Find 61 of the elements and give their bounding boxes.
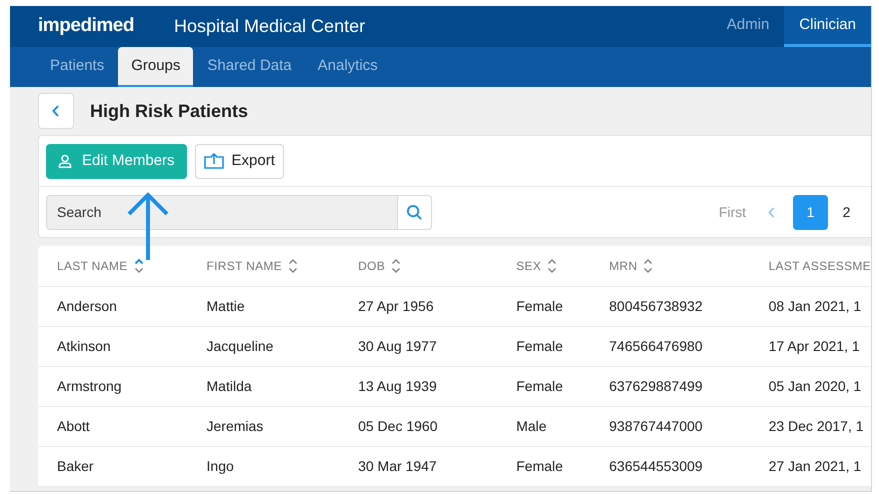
person-icon <box>58 154 72 168</box>
table-cell: 30 Mar 1947 <box>358 458 437 474</box>
column-header[interactable]: SEX <box>516 256 542 275</box>
table-cell: Female <box>516 298 563 314</box>
table-cell: 17 Apr 2021, 1 <box>768 338 860 354</box>
table-cell: Male <box>516 418 547 434</box>
page-button[interactable]: 2 <box>829 194 864 230</box>
column-header[interactable]: LAST NAME <box>57 256 128 275</box>
sort-icon[interactable] <box>288 258 298 274</box>
column-header[interactable]: DOB <box>358 256 385 275</box>
table-cell: 13 Aug 1939 <box>358 378 437 394</box>
table-cell: Jeremias <box>206 418 264 434</box>
column-header[interactable]: LAST ASSESSME <box>768 256 871 275</box>
nav-tab[interactable]: Patients <box>38 47 116 87</box>
back-icon <box>52 105 60 117</box>
sort-icon[interactable] <box>643 258 654 274</box>
table-cell: Armstrong <box>57 378 122 394</box>
export-icon <box>204 153 224 169</box>
table-cell: 800456738932 <box>609 298 703 314</box>
table-cell: 30 Aug 1977 <box>358 338 437 354</box>
edit-members-button[interactable]: Edit Members <box>46 144 187 178</box>
table-cell: Baker <box>57 458 94 474</box>
nav-tab[interactable]: Shared Data <box>195 47 304 87</box>
app-title: Hospital Medical Center <box>174 15 366 38</box>
table-cell: 746566476980 <box>609 338 703 354</box>
table-cell: 27 Jan 2021, 1 <box>768 458 862 474</box>
page-button[interactable]: 1 <box>793 194 828 230</box>
table-cell: 636544553009 <box>609 458 703 474</box>
export-button[interactable]: Export <box>194 144 284 178</box>
sort-icon[interactable] <box>134 258 144 274</box>
table-cell: Matilda <box>206 378 252 394</box>
table-cell: Ingo <box>206 458 234 474</box>
page-title: High Risk Patients <box>90 100 248 123</box>
table-cell: Abott <box>57 418 90 434</box>
table-cell: Female <box>516 458 563 474</box>
column-header[interactable]: FIRST NAME <box>206 256 282 275</box>
table-cell: 637629887499 <box>609 378 703 394</box>
table-cell: Female <box>516 338 563 354</box>
first-page-link[interactable]: First <box>710 202 754 222</box>
nav-tab[interactable]: Groups <box>118 47 194 87</box>
table-cell: Female <box>516 378 563 394</box>
search-field[interactable]: Search <box>46 194 398 230</box>
role-tab[interactable]: Admin <box>712 6 784 47</box>
table-cell: Jacqueline <box>206 338 274 354</box>
table-cell: 27 Apr 1956 <box>358 298 434 314</box>
table-cell: 05 Jan 2020, 1 <box>768 378 862 394</box>
logo: impedimed <box>38 14 136 38</box>
role-tab[interactable]: Clinician <box>784 6 871 47</box>
search-icon[interactable] <box>398 194 432 230</box>
table-cell: 23 Dec 2017, 1 <box>768 418 864 434</box>
table-cell: Mattie <box>206 298 245 314</box>
table-cell: 938767447000 <box>609 418 703 434</box>
table-cell: 05 Dec 1960 <box>358 418 438 434</box>
column-header[interactable]: MRN <box>609 256 638 275</box>
nav-tab[interactable]: Analytics <box>306 47 390 87</box>
back-button[interactable] <box>38 93 74 129</box>
table-cell: 08 Jan 2021, 1 <box>768 298 862 314</box>
table-cell: Anderson <box>57 298 117 314</box>
table-cell: Atkinson <box>57 338 111 354</box>
sort-icon[interactable] <box>391 258 401 274</box>
sort-icon[interactable] <box>547 258 558 274</box>
